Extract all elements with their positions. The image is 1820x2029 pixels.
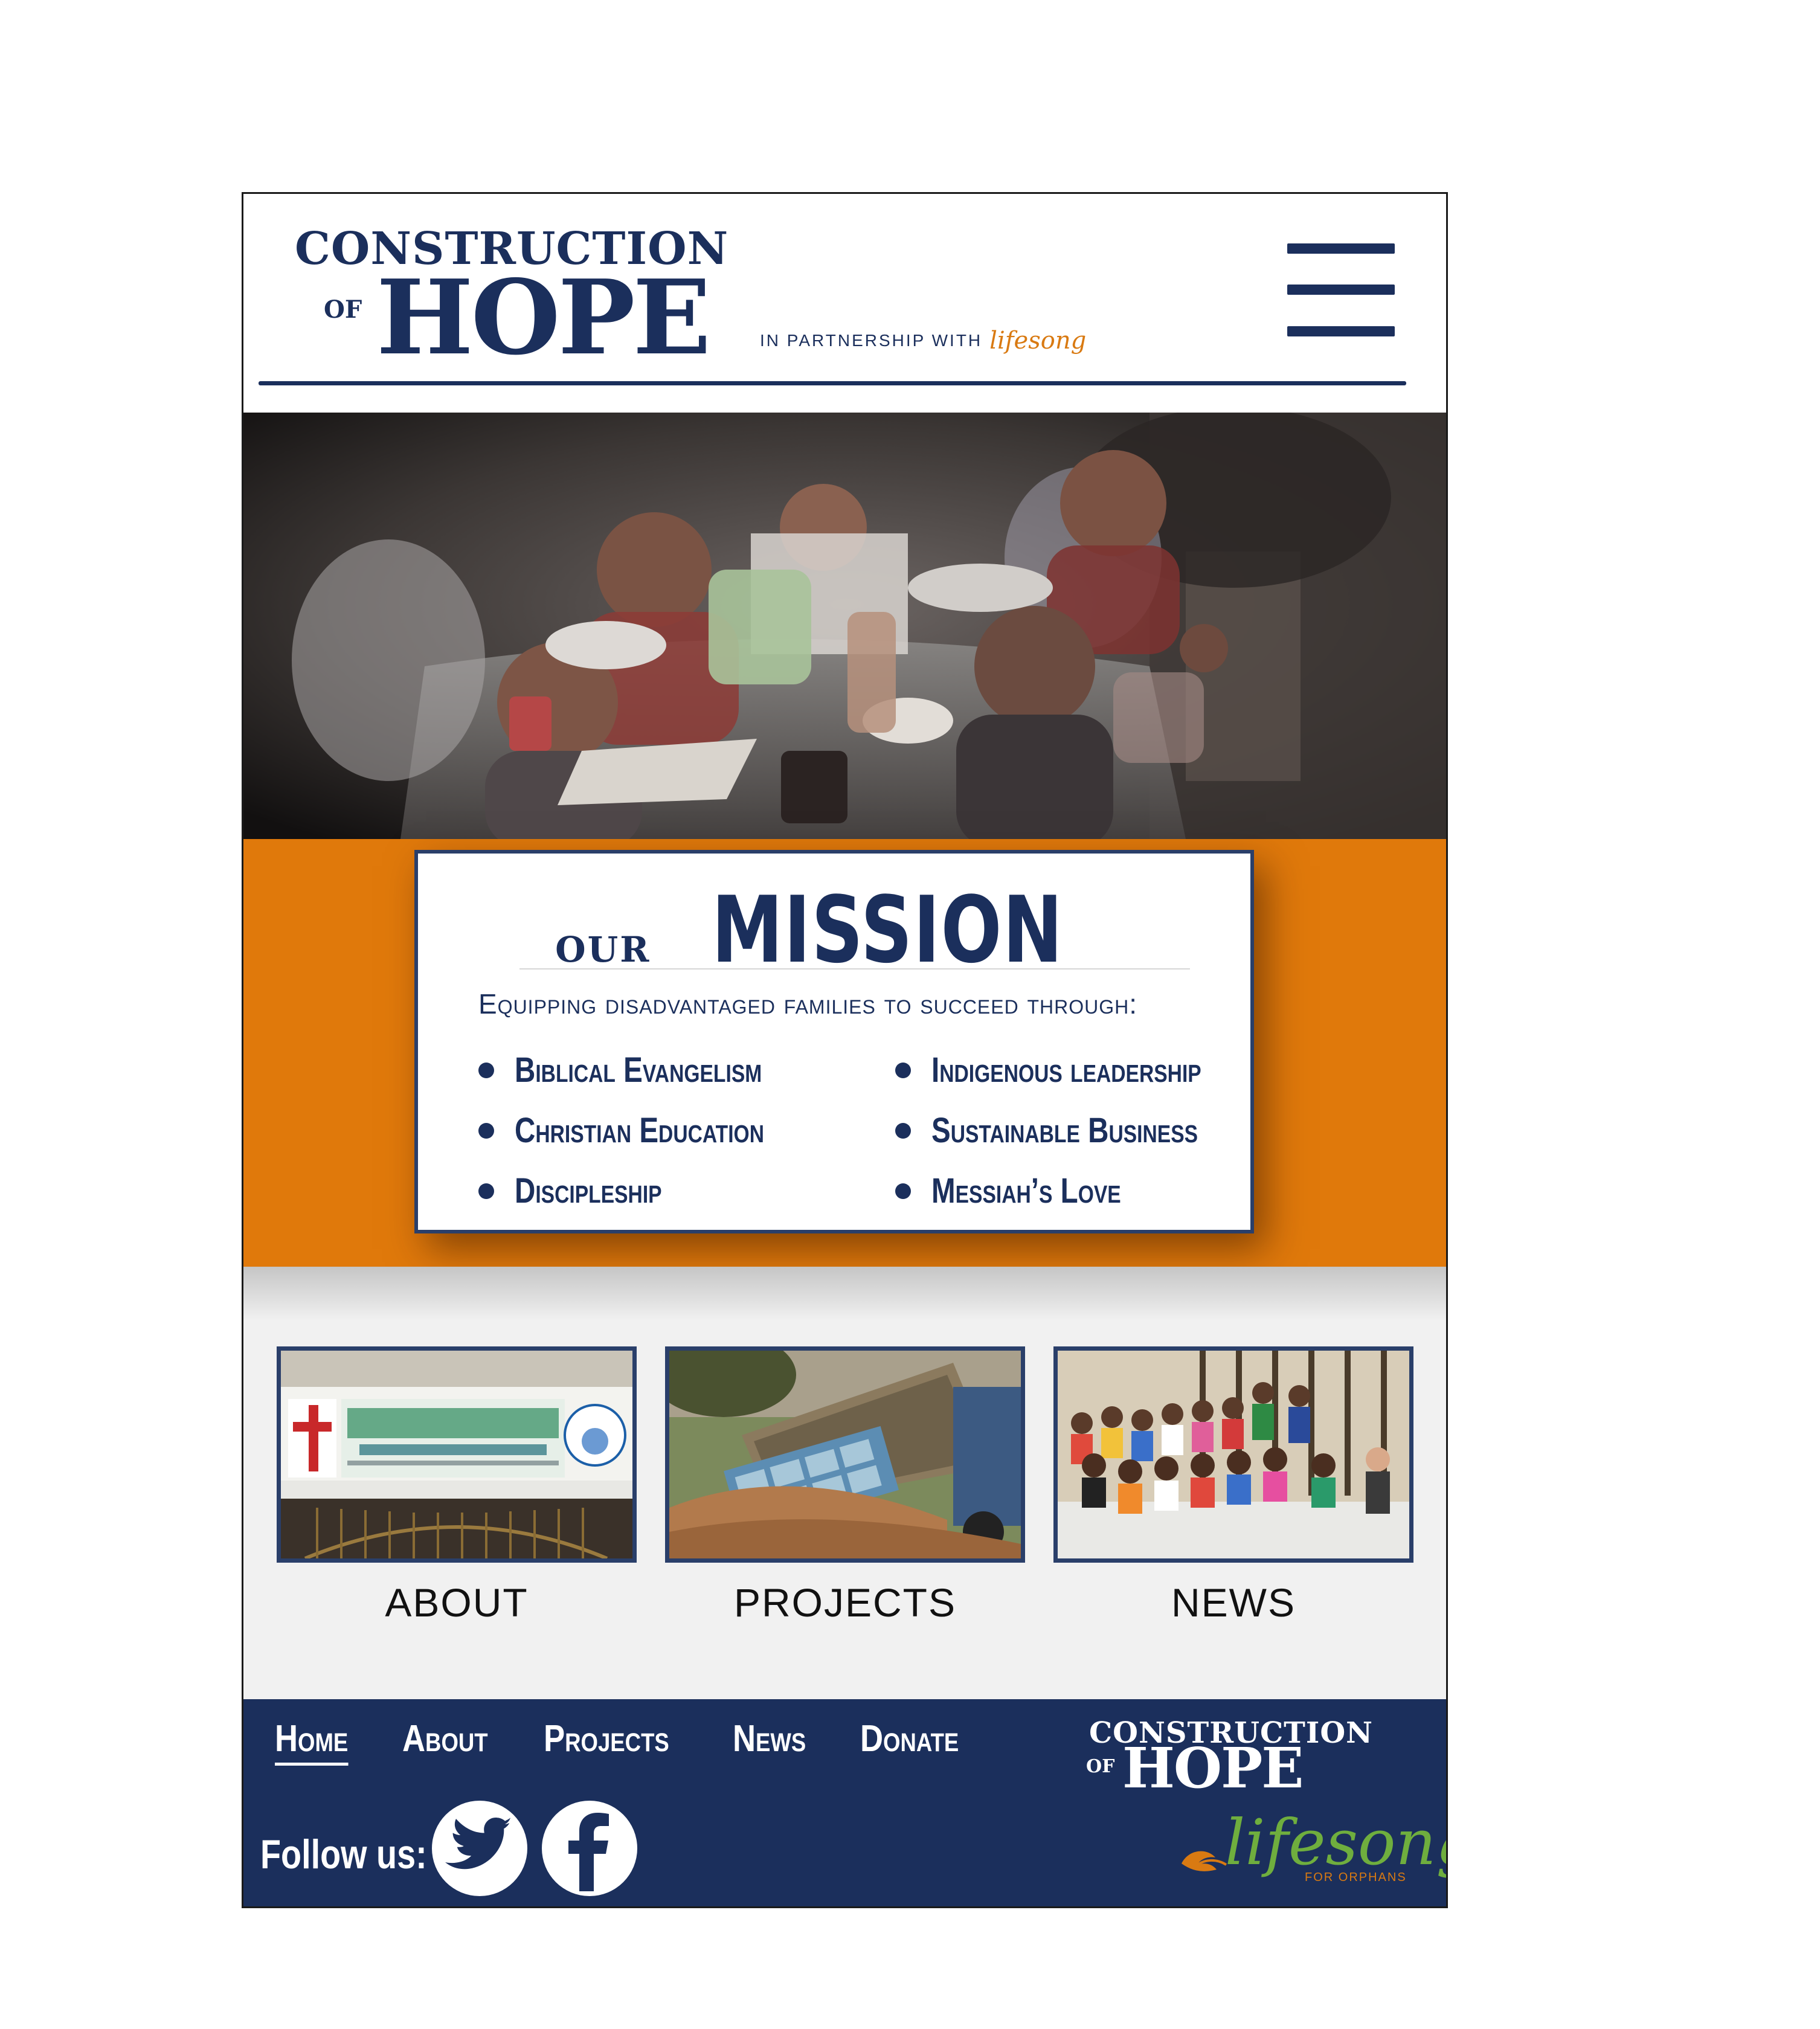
pillar-item: Messiah’s Love xyxy=(895,1171,1163,1211)
pillar-item: Christian Education xyxy=(478,1110,819,1151)
menu-bar xyxy=(1287,326,1395,336)
site-header: CONSTRUCTION OF HOPE IN PARTNERSHIP WITH… xyxy=(243,194,1446,413)
pillar-text: Sustainable Business xyxy=(931,1111,1198,1150)
lifesong-logo[interactable]: lifesong xyxy=(989,327,1086,355)
projects-card[interactable]: PROJECTS xyxy=(665,1346,1025,1625)
menu-bar xyxy=(1287,243,1395,254)
page-frame: CONSTRUCTION OF HOPE IN PARTNERSHIP WITH… xyxy=(242,192,1448,1908)
projects-thumbnail[interactable] xyxy=(665,1346,1025,1563)
section-links: ABOUT PROJECTS NEWS xyxy=(243,1267,1446,1699)
band-shadow xyxy=(243,1267,1446,1321)
pillar-text: Christian Education xyxy=(515,1111,764,1150)
mission-subtitle: Equipping disadvantaged families to succ… xyxy=(478,988,1138,1020)
children-group-photo xyxy=(1058,1351,1409,1558)
projects-label[interactable]: PROJECTS xyxy=(665,1580,1025,1625)
bullet-icon xyxy=(478,1122,494,1139)
pillar-item: Discipleship xyxy=(478,1171,694,1211)
bullet-icon xyxy=(478,1183,494,1199)
footer-nav-home[interactable]: Home xyxy=(275,1717,349,1766)
footer-logo[interactable]: CONSTRUCTION OF HOPE xyxy=(1050,1716,1412,1801)
footer-nav-donate[interactable]: Donate xyxy=(860,1717,959,1766)
mission-heading-mission: MISSION xyxy=(712,876,1064,983)
dump-truck-photo xyxy=(669,1351,1021,1558)
footer-lifesong-logo[interactable]: lifesong FOR ORPHANS xyxy=(1177,1802,1446,1905)
twitter-icon[interactable] xyxy=(432,1801,527,1896)
logo-text-hope: HOPE xyxy=(376,257,711,378)
mission-band: OUR MISSION Equipping disadvantaged fami… xyxy=(243,839,1446,1267)
footer-nav: Home About Projects News Donate xyxy=(275,1717,976,1766)
pillar-item: Sustainable Business xyxy=(895,1110,1256,1151)
pillar-text: Messiah’s Love xyxy=(931,1171,1121,1211)
mission-card: OUR MISSION Equipping disadvantaged fami… xyxy=(414,850,1254,1233)
pillar-text: Discipleship xyxy=(515,1171,662,1211)
lifesong-wordmark: lifesong xyxy=(1225,1806,1446,1879)
hero-image xyxy=(243,413,1446,839)
hamburger-menu-icon[interactable] xyxy=(1287,243,1395,336)
bullet-icon xyxy=(895,1183,911,1199)
pillar-text: Biblical Evangelism xyxy=(515,1050,762,1090)
mission-heading: OUR MISSION xyxy=(418,876,1250,983)
mission-heading-our: OUR xyxy=(555,929,651,970)
menu-bar xyxy=(1287,285,1395,295)
follow-us-label: Follow us: xyxy=(260,1831,427,1877)
lifesong-mark-icon xyxy=(1182,1851,1227,1871)
about-card[interactable]: ABOUT xyxy=(277,1346,637,1625)
partnership-text: IN PARTNERSHIP WITH xyxy=(760,331,983,350)
facebook-icon[interactable] xyxy=(542,1801,637,1896)
bullet-icon xyxy=(478,1062,494,1078)
pillar-item: Biblical Evangelism xyxy=(478,1050,816,1090)
mission-pillars: Biblical Evangelism Christian Education … xyxy=(478,1050,1233,1231)
site-logo[interactable]: CONSTRUCTION OF HOPE xyxy=(295,223,748,369)
bullet-icon xyxy=(895,1062,911,1078)
footer-nav-news[interactable]: News xyxy=(733,1717,806,1766)
pillar-text: Indigenous leadership xyxy=(931,1050,1201,1090)
logo-text-of: OF xyxy=(324,295,362,324)
header-divider xyxy=(259,381,1406,385)
footer-nav-projects[interactable]: Projects xyxy=(544,1717,669,1766)
partnership-note: IN PARTNERSHIP WITH lifesong xyxy=(760,327,1086,355)
hero-photo xyxy=(243,413,1446,839)
bullet-icon xyxy=(895,1122,911,1139)
news-card[interactable]: NEWS xyxy=(1053,1346,1413,1625)
pillar-item: Indigenous leadership xyxy=(895,1050,1261,1090)
news-label[interactable]: NEWS xyxy=(1053,1580,1413,1625)
twitter-bird-icon xyxy=(445,1818,510,1870)
about-thumbnail[interactable] xyxy=(277,1346,637,1563)
news-thumbnail[interactable] xyxy=(1053,1346,1413,1563)
mission-divider xyxy=(519,968,1190,969)
facebook-f-icon xyxy=(568,1813,609,1891)
footer-nav-about[interactable]: About xyxy=(402,1717,488,1766)
site-footer: Home About Projects News Donate Follow u… xyxy=(243,1699,1446,1906)
lifesong-tagline: FOR ORPHANS xyxy=(1305,1871,1407,1884)
footer-logo-hope: HOPE xyxy=(1122,1735,1304,1801)
about-label[interactable]: ABOUT xyxy=(277,1580,637,1625)
footer-logo-of: OF xyxy=(1086,1756,1115,1777)
church-sign-photo xyxy=(281,1351,632,1558)
